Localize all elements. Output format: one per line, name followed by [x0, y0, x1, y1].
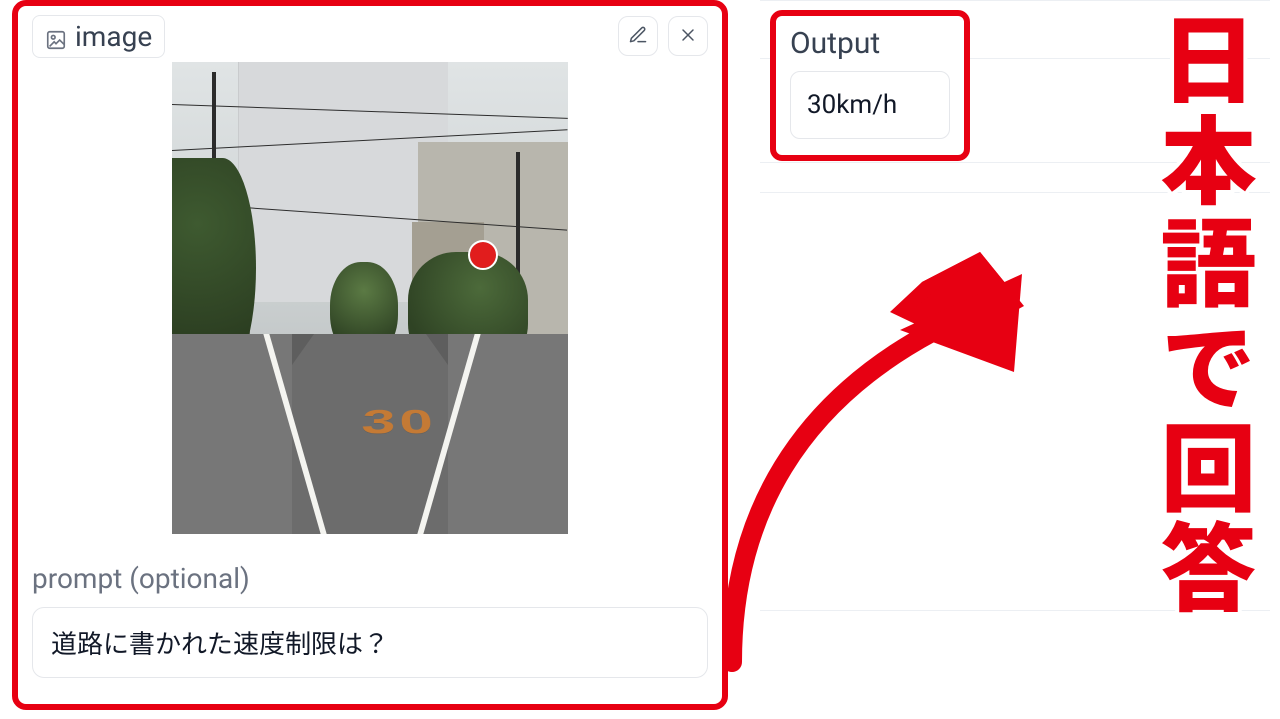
close-button[interactable] [668, 16, 708, 56]
image-icon [45, 25, 67, 47]
edit-button[interactable] [618, 16, 658, 56]
road-speed-marking: 30 [360, 403, 440, 441]
image-actions [618, 16, 708, 56]
image-tab-row: image [32, 14, 708, 58]
output-title: Output [790, 26, 950, 61]
prompt-label: prompt (optional) [32, 562, 708, 595]
uploaded-image[interactable]: 30 [172, 62, 568, 534]
image-preview-area: 30 [32, 62, 708, 534]
image-tab-label: image [75, 20, 152, 53]
annotation-arrow-icon [722, 212, 1052, 672]
output-value: 30km/h [790, 71, 950, 139]
image-tab[interactable]: image [32, 15, 165, 58]
input-panel: image [12, 0, 728, 710]
prompt-input[interactable]: 道路に書かれた速度制限は？ [32, 607, 708, 678]
output-panel: Output 30km/h [770, 10, 970, 161]
annotation-caption: 日本語で回答 [1158, 6, 1258, 618]
pencil-icon [628, 25, 648, 48]
stop-sign-icon [470, 242, 496, 268]
close-icon [678, 25, 698, 48]
